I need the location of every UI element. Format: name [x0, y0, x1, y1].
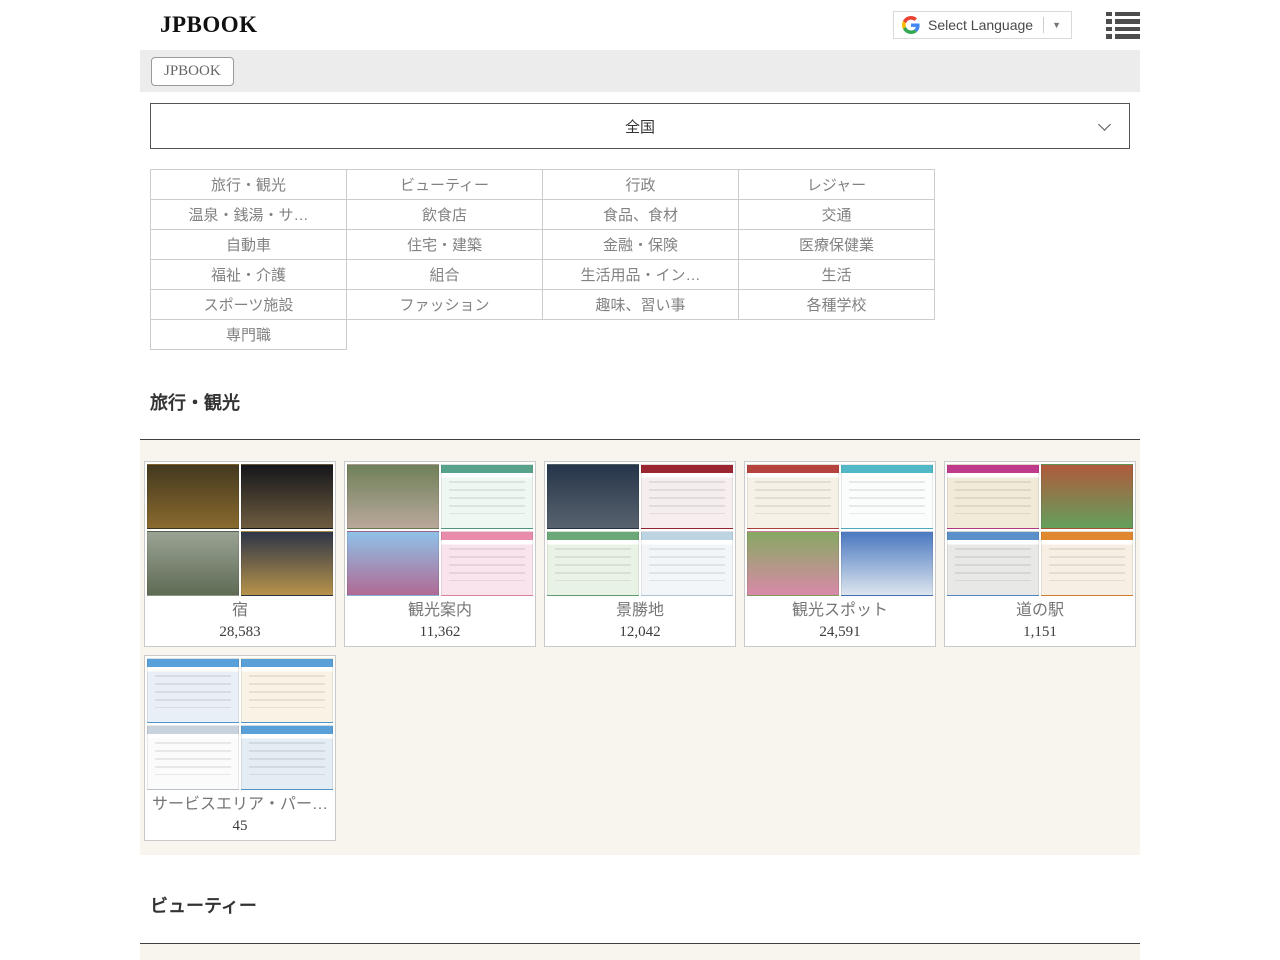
- category-link[interactable]: 飲食店: [346, 199, 543, 230]
- site-card[interactable]: 景勝地12,042: [544, 461, 736, 647]
- site-thumbnail: [347, 464, 439, 529]
- site-thumbnail: [947, 464, 1039, 529]
- site-thumbnail: [1041, 464, 1133, 529]
- site-thumbnail: [747, 464, 839, 529]
- category-link[interactable]: 医療保健業: [738, 229, 935, 260]
- site-thumbnail: [441, 464, 533, 529]
- site-thumbnail: [441, 531, 533, 596]
- card-label: 観光スポット: [747, 600, 933, 622]
- region-select-value: 全国: [625, 116, 655, 137]
- region-select[interactable]: 全国: [150, 103, 1130, 149]
- thumbnail-collage: [147, 658, 333, 790]
- list-menu-icon[interactable]: [1106, 11, 1140, 40]
- page-container: JPBOOK Select Language ▼: [140, 0, 1140, 960]
- site-thumbnail: [641, 464, 733, 529]
- breadcrumb: JPBOOK: [140, 50, 1140, 92]
- site-card[interactable]: 道の駅1,151: [944, 461, 1136, 647]
- category-link[interactable]: 食品、食材: [542, 199, 739, 230]
- chevron-down-icon: [1098, 118, 1111, 131]
- thumbnail-collage: [147, 464, 333, 596]
- site-thumbnail: [841, 464, 933, 529]
- category-link[interactable]: 金融・保険: [542, 229, 739, 260]
- site-card[interactable]: サービスエリア・パー…45: [144, 655, 336, 841]
- category-link[interactable]: レジャー: [738, 169, 935, 200]
- section-travel: 旅行・観光 宿28,583観光案内11,362景勝地12,042観光スポット24…: [140, 389, 1140, 855]
- section-beauty: ビューティー: [140, 892, 1140, 960]
- site-thumbnail: [547, 464, 639, 529]
- category-grid: 旅行・観光ビューティー行政レジャー温泉・銭湯・サ…飲食店食品、食材交通自動車住宅…: [151, 170, 1130, 350]
- site-thumbnail: [641, 531, 733, 596]
- site-thumbnail: [347, 531, 439, 596]
- category-link[interactable]: 温泉・銭湯・サ…: [150, 199, 347, 230]
- section-panel: 宿28,583観光案内11,362景勝地12,042観光スポット24,591道の…: [140, 440, 1140, 855]
- thumbnail-collage: [747, 464, 933, 596]
- thumbnail-collage: [347, 464, 533, 596]
- site-card[interactable]: 観光スポット24,591: [744, 461, 936, 647]
- translate-label: Select Language: [928, 17, 1033, 33]
- site-thumbnail: [147, 531, 239, 596]
- card-count: 24,591: [747, 622, 933, 642]
- divider: [1043, 17, 1044, 33]
- section-panel: [140, 944, 1140, 960]
- category-link[interactable]: 組合: [346, 259, 543, 290]
- card-count: 28,583: [147, 622, 333, 642]
- category-link[interactable]: 行政: [542, 169, 739, 200]
- category-link[interactable]: 生活用品・イン…: [542, 259, 739, 290]
- category-link[interactable]: 自動車: [150, 229, 347, 260]
- card-label: 宿: [147, 600, 333, 622]
- card-count: 1,151: [947, 622, 1133, 642]
- category-link[interactable]: 生活: [738, 259, 935, 290]
- category-link[interactable]: 福祉・介護: [150, 259, 347, 290]
- site-thumbnail: [241, 725, 333, 790]
- category-link[interactable]: 住宅・建築: [346, 229, 543, 260]
- header-right: Select Language ▼: [893, 11, 1140, 40]
- card-count: 12,042: [547, 622, 733, 642]
- site-thumbnail: [241, 531, 333, 596]
- header: JPBOOK Select Language ▼: [140, 0, 1140, 50]
- site-thumbnail: [147, 658, 239, 723]
- site-thumbnail: [1041, 531, 1133, 596]
- thumbnail-collage: [947, 464, 1133, 596]
- card-label: 道の駅: [947, 600, 1133, 622]
- category-link[interactable]: 各種学校: [738, 289, 935, 320]
- site-thumbnail: [147, 725, 239, 790]
- category-link[interactable]: ファッション: [346, 289, 543, 320]
- category-link[interactable]: 専門職: [150, 319, 347, 350]
- site-thumbnail: [547, 531, 639, 596]
- category-link[interactable]: 旅行・観光: [150, 169, 347, 200]
- site-thumbnail: [947, 531, 1039, 596]
- card-label: 景勝地: [547, 600, 733, 622]
- site-thumbnail: [841, 531, 933, 596]
- dropdown-arrow-icon: ▼: [1052, 20, 1063, 30]
- section-title: ビューティー: [150, 892, 1140, 918]
- card-label: サービスエリア・パー…: [147, 794, 333, 816]
- card-count: 45: [147, 816, 333, 836]
- card-grid: 宿28,583観光案内11,362景勝地12,042観光スポット24,591道の…: [144, 461, 1136, 841]
- site-card[interactable]: 宿28,583: [144, 461, 336, 647]
- category-link[interactable]: 交通: [738, 199, 935, 230]
- card-label: 観光案内: [347, 600, 533, 622]
- google-translate-widget[interactable]: Select Language ▼: [893, 11, 1072, 39]
- card-count: 11,362: [347, 622, 533, 642]
- category-link[interactable]: 趣味、習い事: [542, 289, 739, 320]
- thumbnail-collage: [547, 464, 733, 596]
- category-link[interactable]: スポーツ施設: [150, 289, 347, 320]
- breadcrumb-home-button[interactable]: JPBOOK: [151, 57, 234, 86]
- site-thumbnail: [241, 464, 333, 529]
- site-title[interactable]: JPBOOK: [160, 12, 258, 38]
- site-thumbnail: [241, 658, 333, 723]
- category-link[interactable]: ビューティー: [346, 169, 543, 200]
- site-card[interactable]: 観光案内11,362: [344, 461, 536, 647]
- site-thumbnail: [747, 531, 839, 596]
- google-logo-icon: [902, 16, 920, 34]
- section-title: 旅行・観光: [150, 389, 1140, 415]
- site-thumbnail: [147, 464, 239, 529]
